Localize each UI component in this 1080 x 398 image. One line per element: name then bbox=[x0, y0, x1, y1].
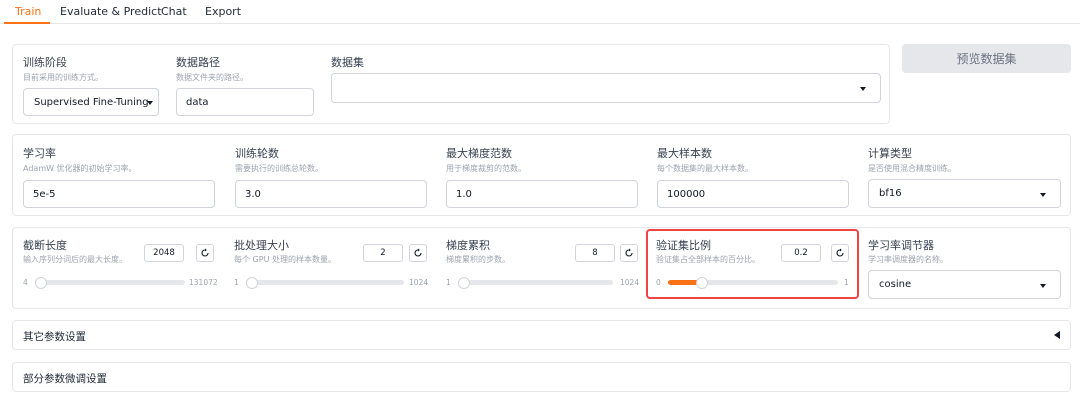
other-params-title: 其它参数设置 bbox=[23, 331, 86, 343]
epochs-label: 训练轮数 bbox=[235, 147, 279, 160]
tab-export[interactable]: Export bbox=[205, 5, 241, 18]
compute-type-value: bf16 bbox=[879, 188, 902, 199]
other-params-accordion[interactable]: 其它参数设置 bbox=[12, 320, 1071, 350]
compute-type-desc: 是否使用混合精度训练。 bbox=[868, 164, 956, 173]
stage-data-panel: 训练阶段 目前采用的训练方式。 Supervised Fine-Tuning 数… bbox=[12, 44, 890, 124]
data-path-desc: 数据文件夹的路径。 bbox=[176, 73, 248, 82]
partial-finetune-title: 部分参数微调设置 bbox=[23, 373, 107, 385]
max-samples-label: 最大样本数 bbox=[657, 147, 712, 160]
val-size-highlight bbox=[646, 229, 859, 299]
data-path-input[interactable]: data bbox=[176, 88, 314, 116]
max-grad-norm-label: 最大梯度范数 bbox=[446, 147, 512, 160]
batch-size-desc: 每个 GPU 处理的样本数量。 bbox=[234, 255, 336, 264]
learning-rate-label: 学习率 bbox=[23, 147, 56, 160]
cutoff-len-number[interactable]: 2048 bbox=[144, 244, 184, 262]
chevron-down-icon bbox=[1040, 283, 1046, 288]
cutoff-len-max: 131072 bbox=[189, 278, 218, 287]
dataset-label: 数据集 bbox=[331, 56, 364, 69]
reset-icon[interactable] bbox=[409, 244, 427, 262]
cutoff-len-label: 截断长度 bbox=[23, 239, 67, 252]
reset-icon[interactable] bbox=[620, 244, 638, 262]
tab-chat[interactable]: Chat bbox=[161, 5, 187, 18]
compute-type-select[interactable]: bf16 bbox=[868, 179, 1061, 208]
batch-size-max: 1024 bbox=[409, 278, 429, 287]
dataset-select[interactable] bbox=[331, 73, 881, 103]
active-tab-indicator bbox=[4, 22, 50, 24]
grad-accum-slider[interactable] bbox=[458, 276, 613, 289]
max-grad-norm-desc: 用于梯度裁剪的范数。 bbox=[446, 164, 526, 173]
grad-accum-max: 1024 bbox=[620, 278, 640, 287]
cutoff-len-desc: 输入序列分词后的最大长度。 bbox=[23, 255, 127, 264]
learning-rate-input[interactable]: 5e-5 bbox=[23, 180, 215, 208]
stage-select[interactable]: Supervised Fine-Tuning bbox=[23, 88, 159, 116]
cutoff-len-slider[interactable] bbox=[35, 276, 185, 289]
slider-thumb[interactable] bbox=[35, 276, 47, 289]
chevron-down-icon bbox=[860, 87, 866, 91]
data-path-label: 数据路径 bbox=[176, 56, 220, 69]
tab-evaluate-predict[interactable]: Evaluate & Predict bbox=[60, 5, 162, 18]
stage-label: 训练阶段 bbox=[23, 56, 67, 69]
chevron-down-icon bbox=[1040, 192, 1046, 197]
chevron-down-icon bbox=[147, 101, 153, 105]
batch-size-number[interactable]: 2 bbox=[363, 244, 403, 262]
tab-train[interactable]: Train bbox=[15, 5, 41, 18]
lr-scheduler-label: 学习率调节器 bbox=[868, 239, 934, 252]
stage-desc: 目前采用的训练方式。 bbox=[23, 73, 103, 82]
cutoff-len-min: 4 bbox=[23, 278, 28, 287]
preview-dataset-button[interactable]: 预览数据集 bbox=[902, 44, 1071, 73]
lr-scheduler-value: cosine bbox=[879, 279, 912, 290]
collapse-triangle-icon bbox=[1054, 331, 1060, 339]
lr-scheduler-select[interactable]: cosine bbox=[868, 270, 1061, 299]
stage-select-value: Supervised Fine-Tuning bbox=[34, 96, 149, 108]
batch-size-min: 1 bbox=[234, 278, 239, 287]
slider-params-panel: 截断长度 输入序列分词后的最大长度。 2048 4 131072 批处理大小 每… bbox=[12, 227, 1071, 309]
epochs-input[interactable]: 3.0 bbox=[235, 180, 427, 208]
slider-thumb[interactable] bbox=[246, 276, 258, 289]
training-params-panel: 学习率 AdamW 优化器的初始学习率。 5e-5 训练轮数 需要执行的训练总轮… bbox=[12, 134, 1071, 216]
grad-accum-number[interactable]: 8 bbox=[575, 244, 615, 262]
learning-rate-desc: AdamW 优化器的初始学习率。 bbox=[23, 164, 137, 173]
max-samples-input[interactable]: 100000 bbox=[657, 180, 849, 208]
grad-accum-label: 梯度累积 bbox=[446, 239, 490, 252]
lr-scheduler-desc: 学习率调度器的名称。 bbox=[868, 255, 948, 264]
partial-finetune-accordion[interactable]: 部分参数微调设置 bbox=[12, 362, 1071, 392]
reset-icon[interactable] bbox=[196, 244, 214, 262]
batch-size-label: 批处理大小 bbox=[234, 239, 289, 252]
slider-thumb[interactable] bbox=[458, 276, 470, 289]
grad-accum-min: 1 bbox=[446, 278, 451, 287]
batch-size-slider[interactable] bbox=[246, 276, 404, 289]
tab-bar: Train Evaluate & Predict Chat Export bbox=[0, 0, 1080, 24]
max-grad-norm-input[interactable]: 1.0 bbox=[446, 180, 638, 208]
grad-accum-desc: 梯度累积的步数。 bbox=[446, 255, 510, 264]
epochs-desc: 需要执行的训练总轮数。 bbox=[235, 164, 323, 173]
compute-type-label: 计算类型 bbox=[868, 147, 912, 160]
max-samples-desc: 每个数据集的最大样本数。 bbox=[657, 164, 753, 173]
